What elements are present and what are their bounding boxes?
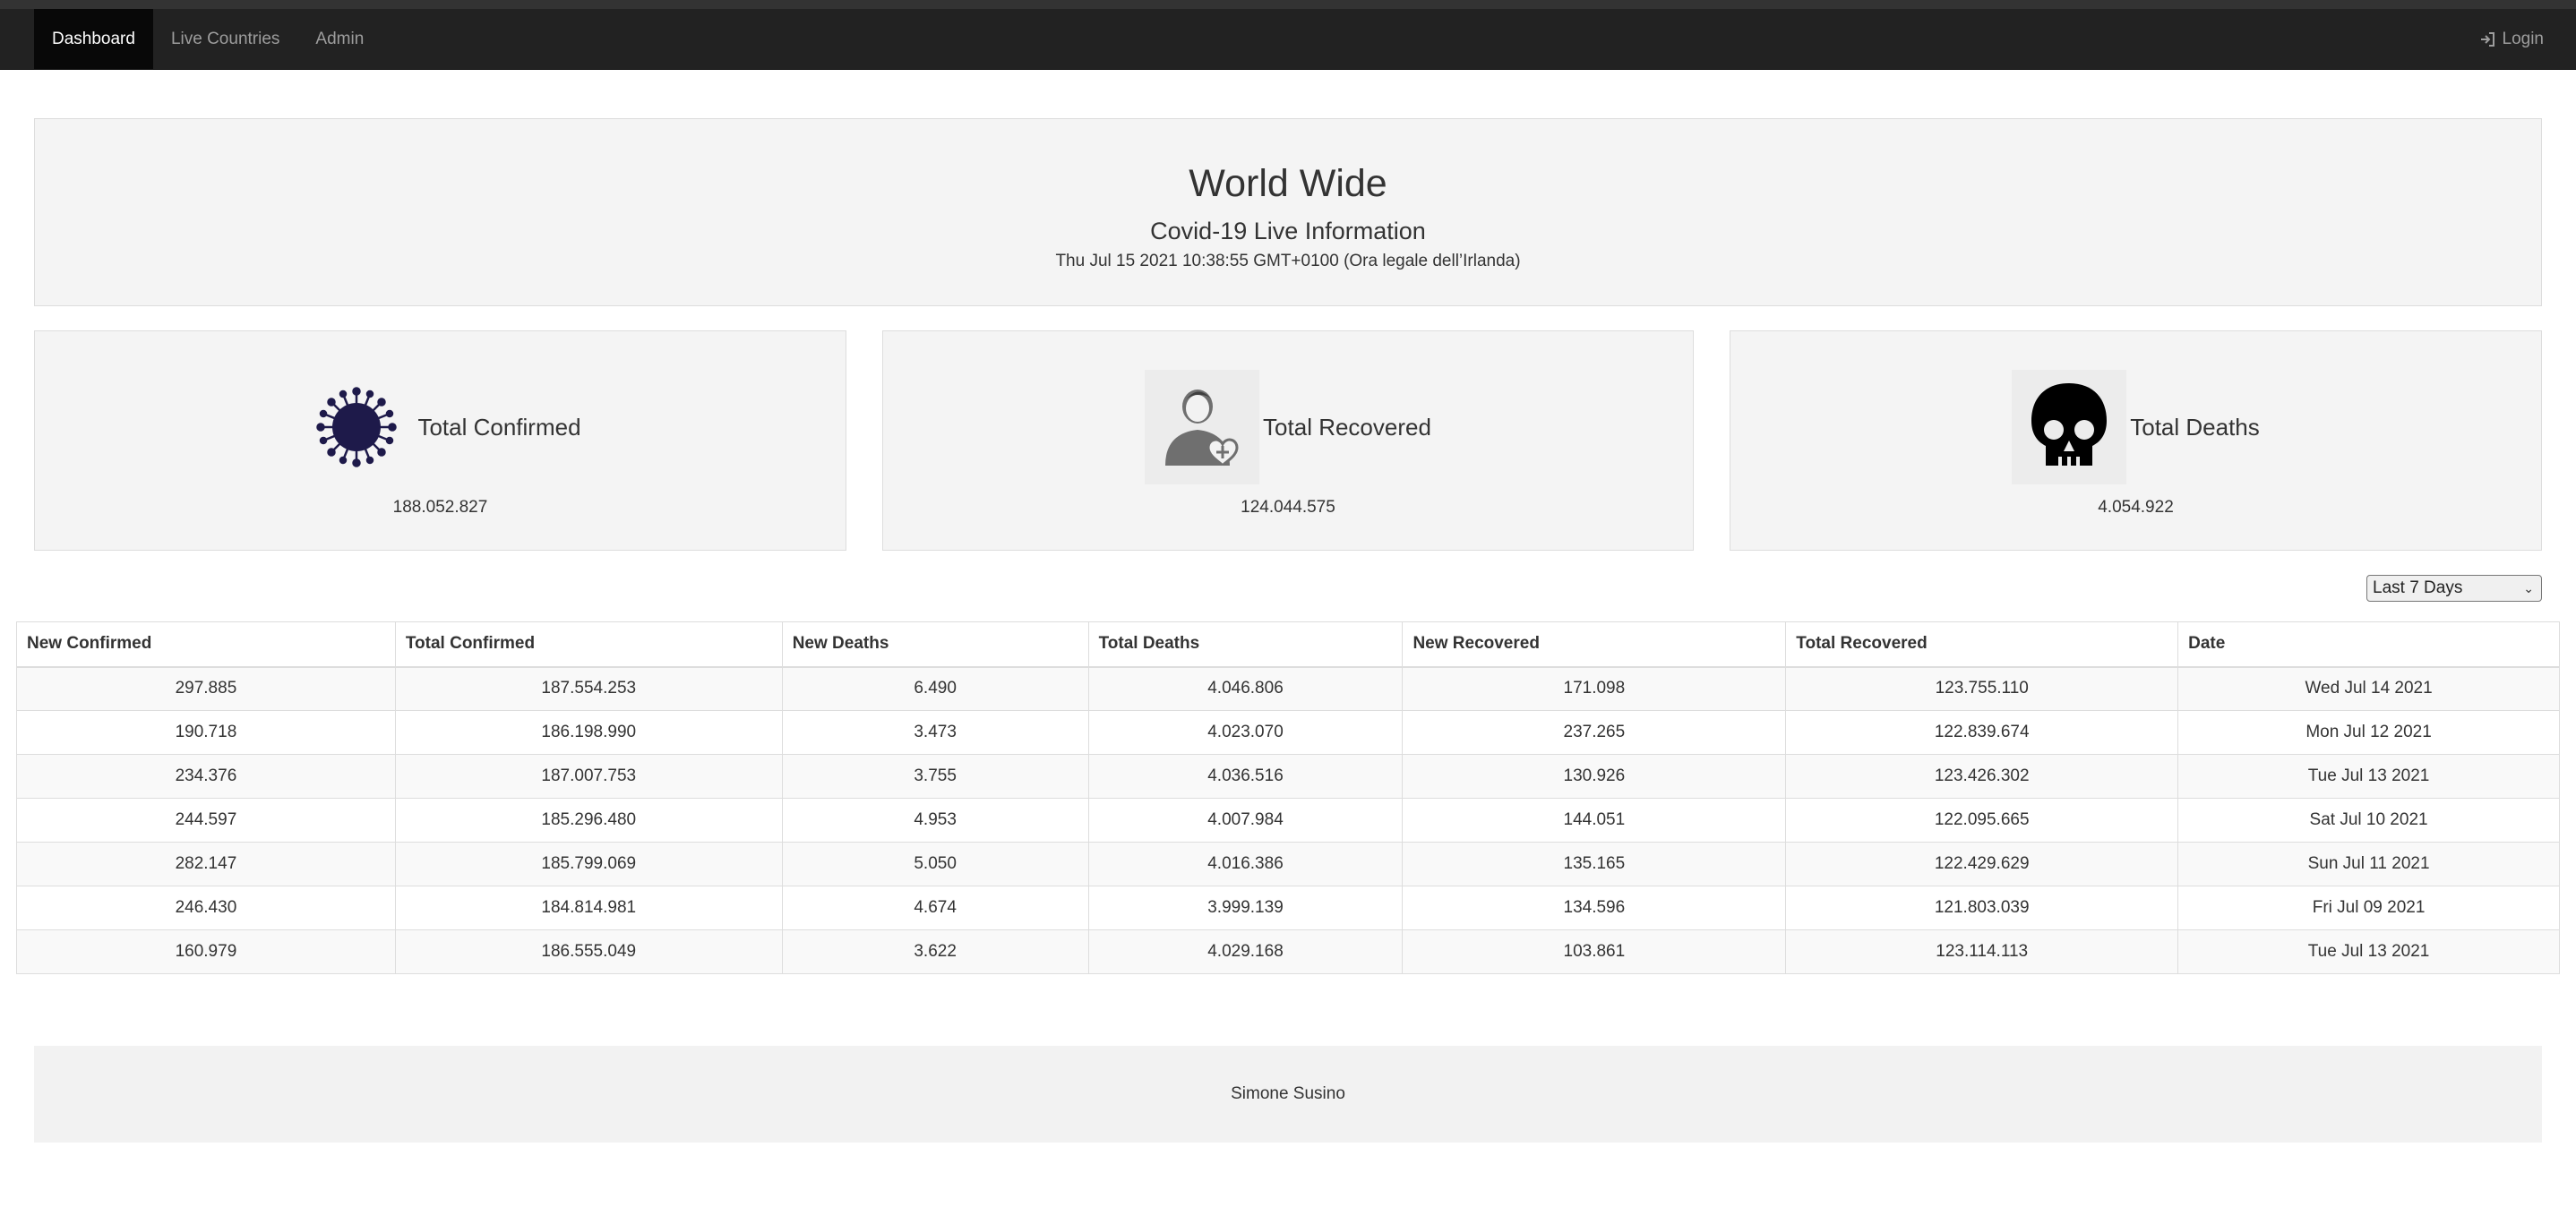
table-cell: 282.147 bbox=[16, 842, 396, 886]
login-link[interactable]: Login bbox=[2479, 9, 2545, 70]
table-cell: 123.755.110 bbox=[1785, 666, 2179, 711]
table-cell: 3.622 bbox=[781, 929, 1089, 974]
table-cell: 186.198.990 bbox=[394, 710, 783, 755]
chevron-down-icon: ⌄ bbox=[2523, 581, 2534, 595]
table-cell: Tue Jul 13 2021 bbox=[2177, 754, 2560, 799]
table-cell: 121.803.039 bbox=[1785, 886, 2179, 930]
table-cell: 171.098 bbox=[1402, 666, 1787, 711]
column-header[interactable]: New Recovered bbox=[1402, 621, 1787, 668]
daily-stats-table: New Confirmed Total Confirmed New Deaths… bbox=[16, 621, 2560, 974]
table-cell: 123.426.302 bbox=[1785, 754, 2179, 799]
table-cell: 103.861 bbox=[1402, 929, 1787, 974]
login-label: Login bbox=[2502, 30, 2545, 48]
total-deaths-value: 4.054.922 bbox=[2098, 498, 2174, 517]
table-cell: 3.999.139 bbox=[1087, 886, 1404, 930]
column-header[interactable]: Total Recovered bbox=[1785, 621, 2179, 668]
table-cell: Sat Jul 10 2021 bbox=[2177, 798, 2560, 843]
column-header[interactable]: New Confirmed bbox=[16, 621, 396, 668]
date-range-selected: Last 7 Days bbox=[2373, 578, 2463, 597]
table-cell: 4.674 bbox=[781, 886, 1089, 930]
top-navbar: Dashboard Live Countries Admin Login bbox=[0, 0, 2576, 70]
table-cell: 297.885 bbox=[16, 666, 396, 711]
table-cell: Wed Jul 14 2021 bbox=[2177, 666, 2560, 711]
total-recovered-value: 124.044.575 bbox=[1241, 498, 1335, 517]
recovered-person-icon bbox=[1145, 370, 1260, 484]
date-range-select[interactable]: Last 7 Days ⌄ bbox=[2366, 575, 2542, 602]
footer: Simone Susino bbox=[34, 1046, 2542, 1143]
column-header[interactable]: Date bbox=[2177, 621, 2560, 668]
column-header[interactable]: Total Confirmed bbox=[394, 621, 783, 668]
current-datetime: Thu Jul 15 2021 10:38:55 GMT+0100 (Ora l… bbox=[1055, 252, 1521, 270]
skull-icon bbox=[2012, 370, 2127, 484]
table-cell: 244.597 bbox=[16, 798, 396, 843]
table-cell: 4.016.386 bbox=[1087, 842, 1404, 886]
table-cell: 144.051 bbox=[1402, 798, 1787, 843]
column-header[interactable]: Total Deaths bbox=[1087, 621, 1404, 668]
total-deaths-card: Total Deaths 4.054.922 bbox=[1730, 330, 2542, 551]
table-row: 234.376 187.007.753 3.755 4.036.516 130.… bbox=[16, 754, 2560, 799]
table-cell: 185.296.480 bbox=[394, 798, 783, 843]
table-row: 244.597 185.296.480 4.953 4.007.984 144.… bbox=[16, 798, 2560, 843]
table-cell: 123.114.113 bbox=[1785, 929, 2179, 974]
table-cell: 130.926 bbox=[1402, 754, 1787, 799]
table-cell: 234.376 bbox=[16, 754, 396, 799]
table-cell: 122.429.629 bbox=[1785, 842, 2179, 886]
table-cell: 186.555.049 bbox=[394, 929, 783, 974]
total-confirmed-value: 188.052.827 bbox=[392, 498, 488, 517]
nav-menu: Dashboard Live Countries Admin bbox=[34, 9, 382, 70]
nav-item-admin[interactable]: Admin bbox=[297, 9, 382, 70]
table-cell: 237.265 bbox=[1402, 710, 1787, 755]
card-title: Total Deaths bbox=[2130, 413, 2260, 441]
table-cell: 4.046.806 bbox=[1087, 666, 1404, 711]
nav-item-dashboard[interactable]: Dashboard bbox=[34, 9, 153, 70]
nav-item-live-countries[interactable]: Live Countries bbox=[153, 9, 297, 70]
table-cell: 184.814.981 bbox=[394, 886, 783, 930]
table-cell: 5.050 bbox=[781, 842, 1089, 886]
table-cell: 134.596 bbox=[1402, 886, 1787, 930]
table-header-row: New Confirmed Total Confirmed New Deaths… bbox=[16, 621, 2560, 668]
total-confirmed-card: Total Confirmed 188.052.827 bbox=[34, 330, 846, 551]
table-cell: Fri Jul 09 2021 bbox=[2177, 886, 2560, 930]
card-title: Total Recovered bbox=[1263, 413, 1431, 441]
table-row: 190.718 186.198.990 3.473 4.023.070 237.… bbox=[16, 710, 2560, 755]
table-cell: 135.165 bbox=[1402, 842, 1787, 886]
table-cell: 122.095.665 bbox=[1785, 798, 2179, 843]
table-row: 246.430 184.814.981 4.674 3.999.139 134.… bbox=[16, 886, 2560, 930]
column-header[interactable]: New Deaths bbox=[781, 621, 1089, 668]
card-title: Total Confirmed bbox=[417, 413, 581, 441]
table-cell: Sun Jul 11 2021 bbox=[2177, 842, 2560, 886]
table-cell: 3.473 bbox=[781, 710, 1089, 755]
table-row: 297.885 187.554.253 6.490 4.046.806 171.… bbox=[16, 666, 2560, 711]
table-cell: 4.007.984 bbox=[1087, 798, 1404, 843]
table-cell: Tue Jul 13 2021 bbox=[2177, 929, 2560, 974]
header-panel: World Wide Covid-19 Live Information Thu… bbox=[34, 118, 2542, 306]
table-cell: 187.554.253 bbox=[394, 666, 783, 711]
page-subtitle: Covid-19 Live Information bbox=[1150, 218, 1426, 244]
table-cell: 122.839.674 bbox=[1785, 710, 2179, 755]
table-cell: 187.007.753 bbox=[394, 754, 783, 799]
table-cell: 3.755 bbox=[781, 754, 1089, 799]
total-recovered-card: Total Recovered 124.044.575 bbox=[882, 330, 1694, 551]
table-cell: 185.799.069 bbox=[394, 842, 783, 886]
table-cell: 4.029.168 bbox=[1087, 929, 1404, 974]
virus-icon bbox=[299, 370, 414, 484]
table-cell: 246.430 bbox=[16, 886, 396, 930]
table-cell: Mon Jul 12 2021 bbox=[2177, 710, 2560, 755]
table-cell: 4.023.070 bbox=[1087, 710, 1404, 755]
table-cell: 4.953 bbox=[781, 798, 1089, 843]
table-cell: 4.036.516 bbox=[1087, 754, 1404, 799]
table-row: 282.147 185.799.069 5.050 4.016.386 135.… bbox=[16, 842, 2560, 886]
footer-author: Simone Susino bbox=[1231, 1084, 1345, 1103]
table-cell: 190.718 bbox=[16, 710, 396, 755]
table-cell: 160.979 bbox=[16, 929, 396, 974]
login-icon bbox=[2480, 32, 2494, 47]
table-cell: 6.490 bbox=[781, 666, 1089, 711]
table-row: 160.979 186.555.049 3.622 4.029.168 103.… bbox=[16, 929, 2560, 974]
page-title: World Wide bbox=[1189, 162, 1387, 205]
